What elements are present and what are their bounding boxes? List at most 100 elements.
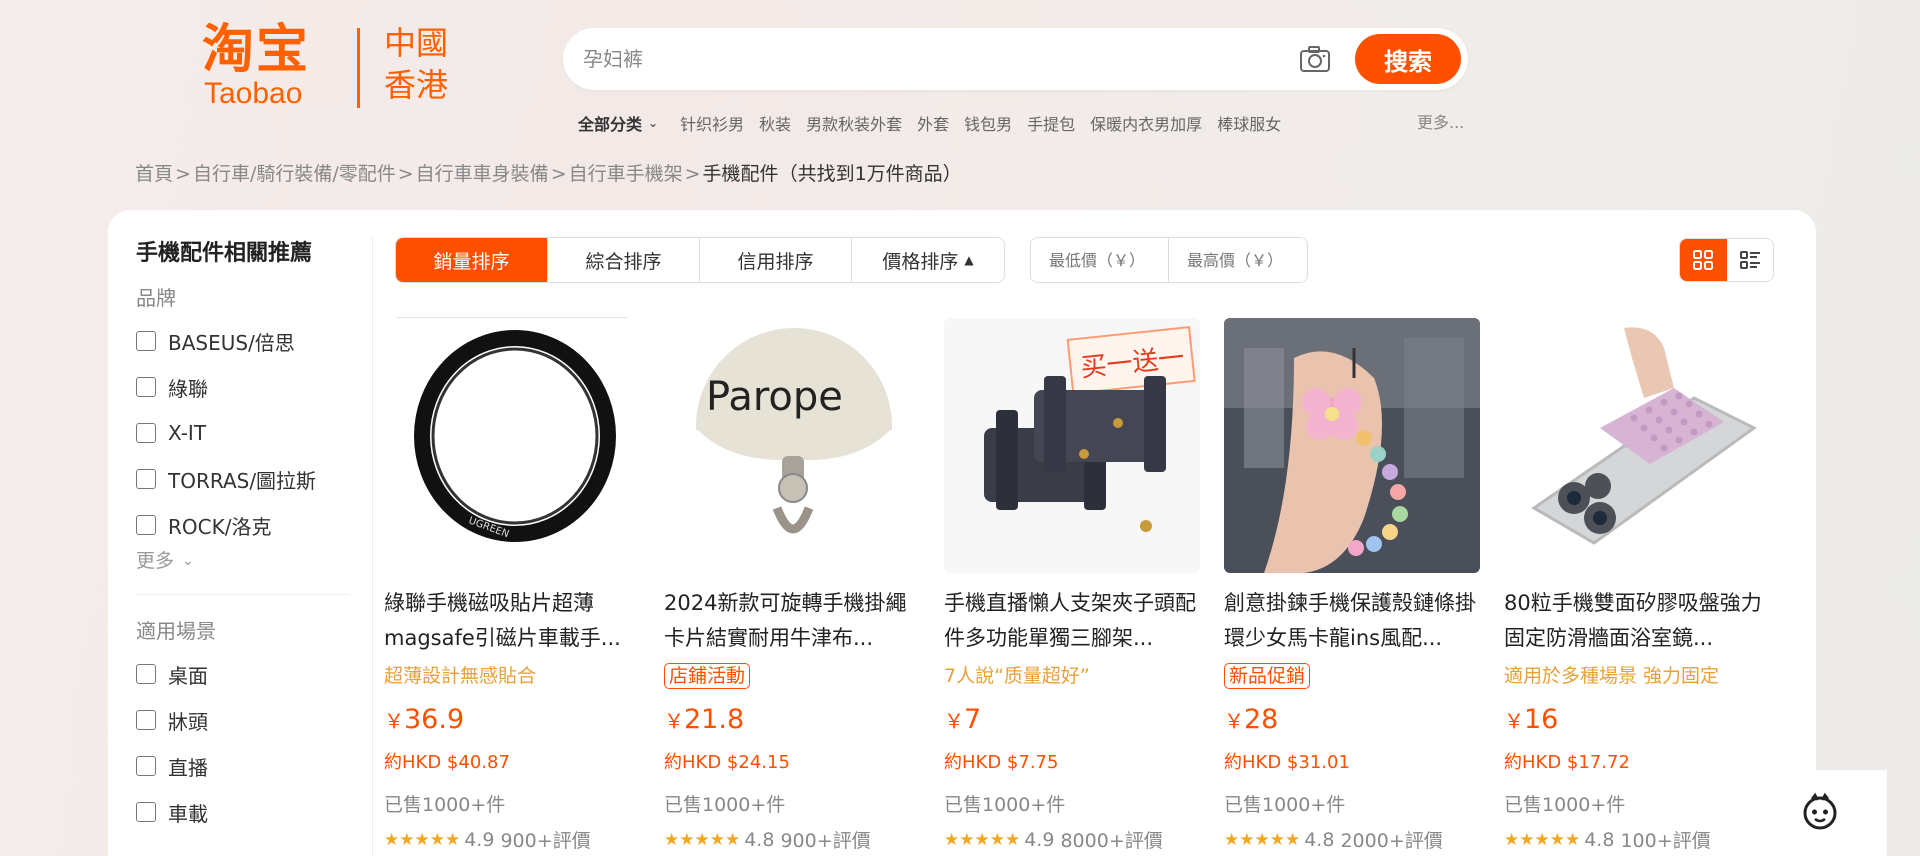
hot-word[interactable]: 外套 <box>917 111 949 135</box>
product-price: ￥36.9 <box>384 704 464 735</box>
suction-pad-image[interactable] <box>1504 318 1760 573</box>
hot-word[interactable]: 棒球服女 <box>1217 111 1281 135</box>
checkbox[interactable] <box>136 377 156 397</box>
checkbox[interactable] <box>136 469 156 489</box>
product-price: ￥28 <box>1224 704 1278 735</box>
scene-option-label: 牀頭 <box>168 709 208 734</box>
promo-badge: 店鋪活動 <box>664 663 751 689</box>
breadcrumb-separator: > <box>684 163 701 185</box>
phone-clip-image[interactable]: 买一送一 <box>944 318 1200 573</box>
scene-option-label: 桌面 <box>168 663 208 688</box>
product-card[interactable]: 創意掛鍊手機保護殼鏈條掛環少女馬卡龍ins風配... 新品促銷 ￥28 約HKD… <box>1224 318 1486 852</box>
breadcrumb-item[interactable]: 自行車手機架 <box>569 163 683 185</box>
sold-count: 已售1000+件 <box>384 794 506 816</box>
region-line2: 香港 <box>384 66 449 104</box>
scene-filter-option[interactable]: 桌面 <box>136 651 356 697</box>
customer-service-widget[interactable] <box>1752 770 1887 856</box>
brand-option-label: ROCK/洛克 <box>168 514 272 539</box>
rating-row: ★★★★★ 4.9 900+評價 <box>384 826 591 853</box>
taobao-logo[interactable]: 淘宝 Taobao 中國 香港 <box>202 22 462 112</box>
hot-word[interactable]: 钱包男 <box>964 111 1012 135</box>
product-card[interactable]: 买一送一 手機直播懶人支架夾子頭配件多功能單獨三腳架... 7人說“质量超好” … <box>944 318 1206 852</box>
star-rating-icon: ★★★★★ <box>1224 829 1301 850</box>
hot-word[interactable]: 保暖内衣男加厚 <box>1090 111 1202 135</box>
rating-row: ★★★★★ 4.8 2000+評價 <box>1224 826 1443 853</box>
hkd-price: 約HKD $17.72 <box>1504 752 1630 773</box>
product-price: ￥16 <box>1504 704 1558 735</box>
brand-filter-option[interactable]: BASEUS/倍思 <box>136 318 356 364</box>
hot-words-more-link[interactable]: 更多... <box>1417 110 1464 136</box>
checkbox[interactable] <box>136 515 156 535</box>
brand-filter-heading: 品牌 <box>136 286 176 310</box>
brand-option-label: X-IT <box>168 421 207 445</box>
brand-option-label: BASEUS/倍思 <box>168 330 295 355</box>
star-rating-icon: ★★★★★ <box>944 829 1021 850</box>
brand-more-toggle[interactable]: 更多 ⌄ <box>136 548 356 574</box>
product-price: ￥21.8 <box>664 704 744 735</box>
product-card[interactable]: UGREEN 綠聯手機磁吸貼片超薄magsafe引磁片車載手... 超薄設計無感… <box>384 318 646 852</box>
lanyard-card-image[interactable]: Parope <box>664 318 920 573</box>
assistant-mascot-icon[interactable] <box>1800 791 1840 835</box>
sidebar-title: 手機配件相關推薦 <box>136 241 313 266</box>
hkd-price: 約HKD $7.75 <box>944 752 1059 773</box>
search-bar: 搜索 <box>563 28 1468 90</box>
sold-count: 已售1000+件 <box>664 794 786 816</box>
review-count: 100+評價 <box>1620 830 1711 852</box>
breadcrumb-item[interactable]: 自行車/騎行裝備/零配件 <box>193 163 396 185</box>
promo-tag: 7人說“质量超好” <box>944 665 1090 687</box>
magsafe-ring-image[interactable]: UGREEN <box>384 318 640 573</box>
product-title[interactable]: 創意掛鍊手機保護殼鏈條掛環少女馬卡龍ins風配... <box>1224 586 1486 656</box>
star-rating-icon: ★★★★★ <box>664 829 741 850</box>
scene-filter-option[interactable]: 直播 <box>136 743 356 789</box>
sort-overall-button[interactable]: 綜合排序 <box>548 238 700 282</box>
hot-word[interactable]: 针织衫男 <box>680 111 744 135</box>
product-card[interactable]: Parope 2024新款可旋轉手機掛繩卡片結實耐用牛津布... 店鋪活動 ￥2… <box>664 318 926 852</box>
scene-option-label: 直播 <box>168 755 208 780</box>
checkbox[interactable] <box>136 423 156 443</box>
breadcrumb-item[interactable]: 自行車車身裝備 <box>416 163 549 185</box>
region-label: 中國 香港 <box>384 22 448 106</box>
max-price-input[interactable] <box>1169 238 1307 282</box>
scene-filter-option[interactable]: 牀頭 <box>136 697 356 743</box>
all-categories-label: 全部分类 <box>578 115 643 134</box>
sort-by-price-button[interactable]: 價格排序 ▲︎ <box>852 238 1004 282</box>
product-title[interactable]: 手機直播懶人支架夾子頭配件多功能單獨三腳架... <box>944 586 1206 656</box>
view-mode-toggle <box>1679 238 1774 282</box>
product-card[interactable]: 80粒手機雙面矽膠吸盤強力固定防滑牆面浴室鏡... 適用於多種場景 強力固定 ￥… <box>1504 318 1766 852</box>
all-categories-dropdown[interactable]: 全部分类 ⌄ <box>578 111 658 135</box>
breadcrumb: 首頁 > 自行車/騎行裝備/零配件 > 自行車車身裝備 > 自行車手機架 > 手機配件（共找到1… <box>135 162 962 186</box>
sort-by-sales-button[interactable]: 銷量排序 <box>396 238 548 282</box>
hkd-price: 約HKD $31.01 <box>1224 752 1350 773</box>
rating-value: 4.8 <box>1584 828 1615 851</box>
brand-filter-option[interactable]: TORRAS/圖拉斯 <box>136 456 356 502</box>
product-title[interactable]: 80粒手機雙面矽膠吸盤強力固定防滑牆面浴室鏡... <box>1504 586 1766 656</box>
checkbox[interactable] <box>136 756 156 776</box>
star-rating-icon: ★★★★★ <box>384 829 461 850</box>
brand-filter-option[interactable]: 綠聯 <box>136 364 356 410</box>
currency-symbol: ￥ <box>1224 709 1244 733</box>
product-title[interactable]: 2024新款可旋轉手機掛繩卡片結實耐用牛津布... <box>664 586 926 656</box>
min-price-input[interactable] <box>1031 238 1169 282</box>
grid-view-icon[interactable] <box>1680 239 1727 281</box>
checkbox[interactable] <box>136 710 156 730</box>
hot-word[interactable]: 手提包 <box>1027 111 1075 135</box>
brand-filter-option[interactable]: X-IT <box>136 410 356 456</box>
sort-by-credit-button[interactable]: 信用排序 <box>700 238 852 282</box>
hot-word[interactable]: 男款秋装外套 <box>806 111 902 135</box>
breadcrumb-item[interactable]: 首頁 <box>135 163 173 185</box>
search-input[interactable] <box>583 36 1283 82</box>
bead-chain-image[interactable] <box>1224 318 1480 573</box>
sold-count: 已售1000+件 <box>1224 794 1346 816</box>
hot-word[interactable]: 秋装 <box>759 111 791 135</box>
camera-icon[interactable] <box>1299 44 1331 74</box>
checkbox[interactable] <box>136 802 156 822</box>
promo-badge: 新品促銷 <box>1224 663 1311 689</box>
scene-filter-option[interactable]: 車載 <box>136 789 356 835</box>
search-button[interactable]: 搜索 <box>1355 34 1461 84</box>
list-view-icon[interactable] <box>1726 239 1773 281</box>
checkbox[interactable] <box>136 664 156 684</box>
checkbox[interactable] <box>136 331 156 351</box>
product-title[interactable]: 綠聯手機磁吸貼片超薄magsafe引磁片車載手... <box>384 586 646 656</box>
brand-filter-option[interactable]: ROCK/洛克 <box>136 502 356 548</box>
rating-value: 4.8 <box>1304 828 1335 851</box>
